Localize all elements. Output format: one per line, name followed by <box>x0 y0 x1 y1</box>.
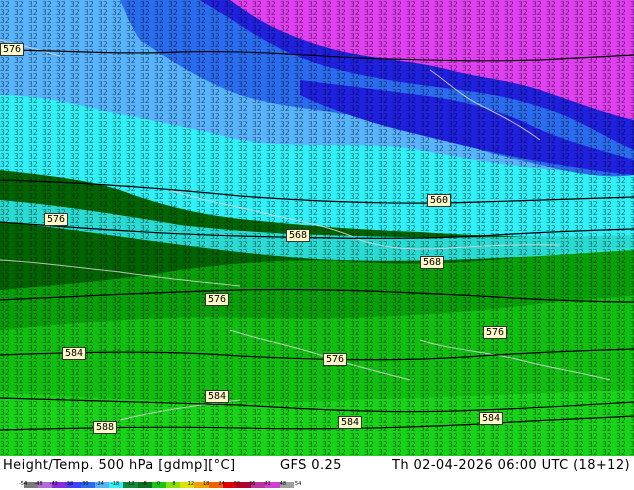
legend-tick-label: 0 <box>157 481 161 487</box>
contour-label: 588 <box>93 421 118 434</box>
legend-ticks: -54 -48 -42 -38 -30 -24 -18 -12 -8 0 8 12 18 24 30 36 42… <box>19 481 302 489</box>
model-name: GFS 0.25 <box>280 458 342 473</box>
valid-time: Th 02-04-2026 06:00 UTC (18+12) <box>391 458 630 473</box>
legend-tick-label: -12 <box>126 481 135 487</box>
contour-label: 560 <box>427 194 452 207</box>
legend-tick-label: 24 <box>218 481 225 487</box>
legend-tick-label: 8 <box>172 481 176 487</box>
contour-label: 576 <box>0 43 25 56</box>
legend-tick-label: 48 <box>279 481 287 487</box>
contour-label: 576 <box>323 353 348 366</box>
legend-tick-label: 36 <box>249 481 256 487</box>
legend-tick-label: -42 <box>49 481 58 487</box>
legend-tick-label: -8 <box>141 481 147 487</box>
legend-tick-label: -30 <box>80 481 89 487</box>
contour-label: 576 <box>44 213 69 226</box>
weather-map-panel: 32 99 <box>0 0 634 490</box>
contour-label: 584 <box>338 416 363 429</box>
legend-tick-label: -54 <box>19 481 28 487</box>
digit-texture <box>0 0 634 456</box>
legend-tick-label: 54 <box>295 481 302 487</box>
map-title: Height/Temp. 500 hPa [gdmp][°C] <box>3 458 236 473</box>
legend-tick-label: 30 <box>233 481 241 487</box>
legend-tick-label: 42 <box>264 481 271 487</box>
legend-tick-label: -38 <box>65 481 74 487</box>
contour-label: 584 <box>479 412 504 425</box>
contour-label: 568 <box>420 256 445 269</box>
contour-label: 576 <box>483 326 508 339</box>
temperature-height-map: 32 99 <box>0 0 634 456</box>
legend-tick-label: 18 <box>203 481 210 487</box>
legend-tick-label: -18 <box>111 481 120 487</box>
contour-label: 576 <box>205 293 230 306</box>
legend-tick-label: 12 <box>187 481 195 487</box>
contour-label: 584 <box>62 347 87 360</box>
legend-tick-label: -48 <box>34 481 43 487</box>
contour-label: 568 <box>286 229 311 242</box>
contour-label: 584 <box>205 390 230 403</box>
legend-tick-label: -24 <box>95 481 104 487</box>
